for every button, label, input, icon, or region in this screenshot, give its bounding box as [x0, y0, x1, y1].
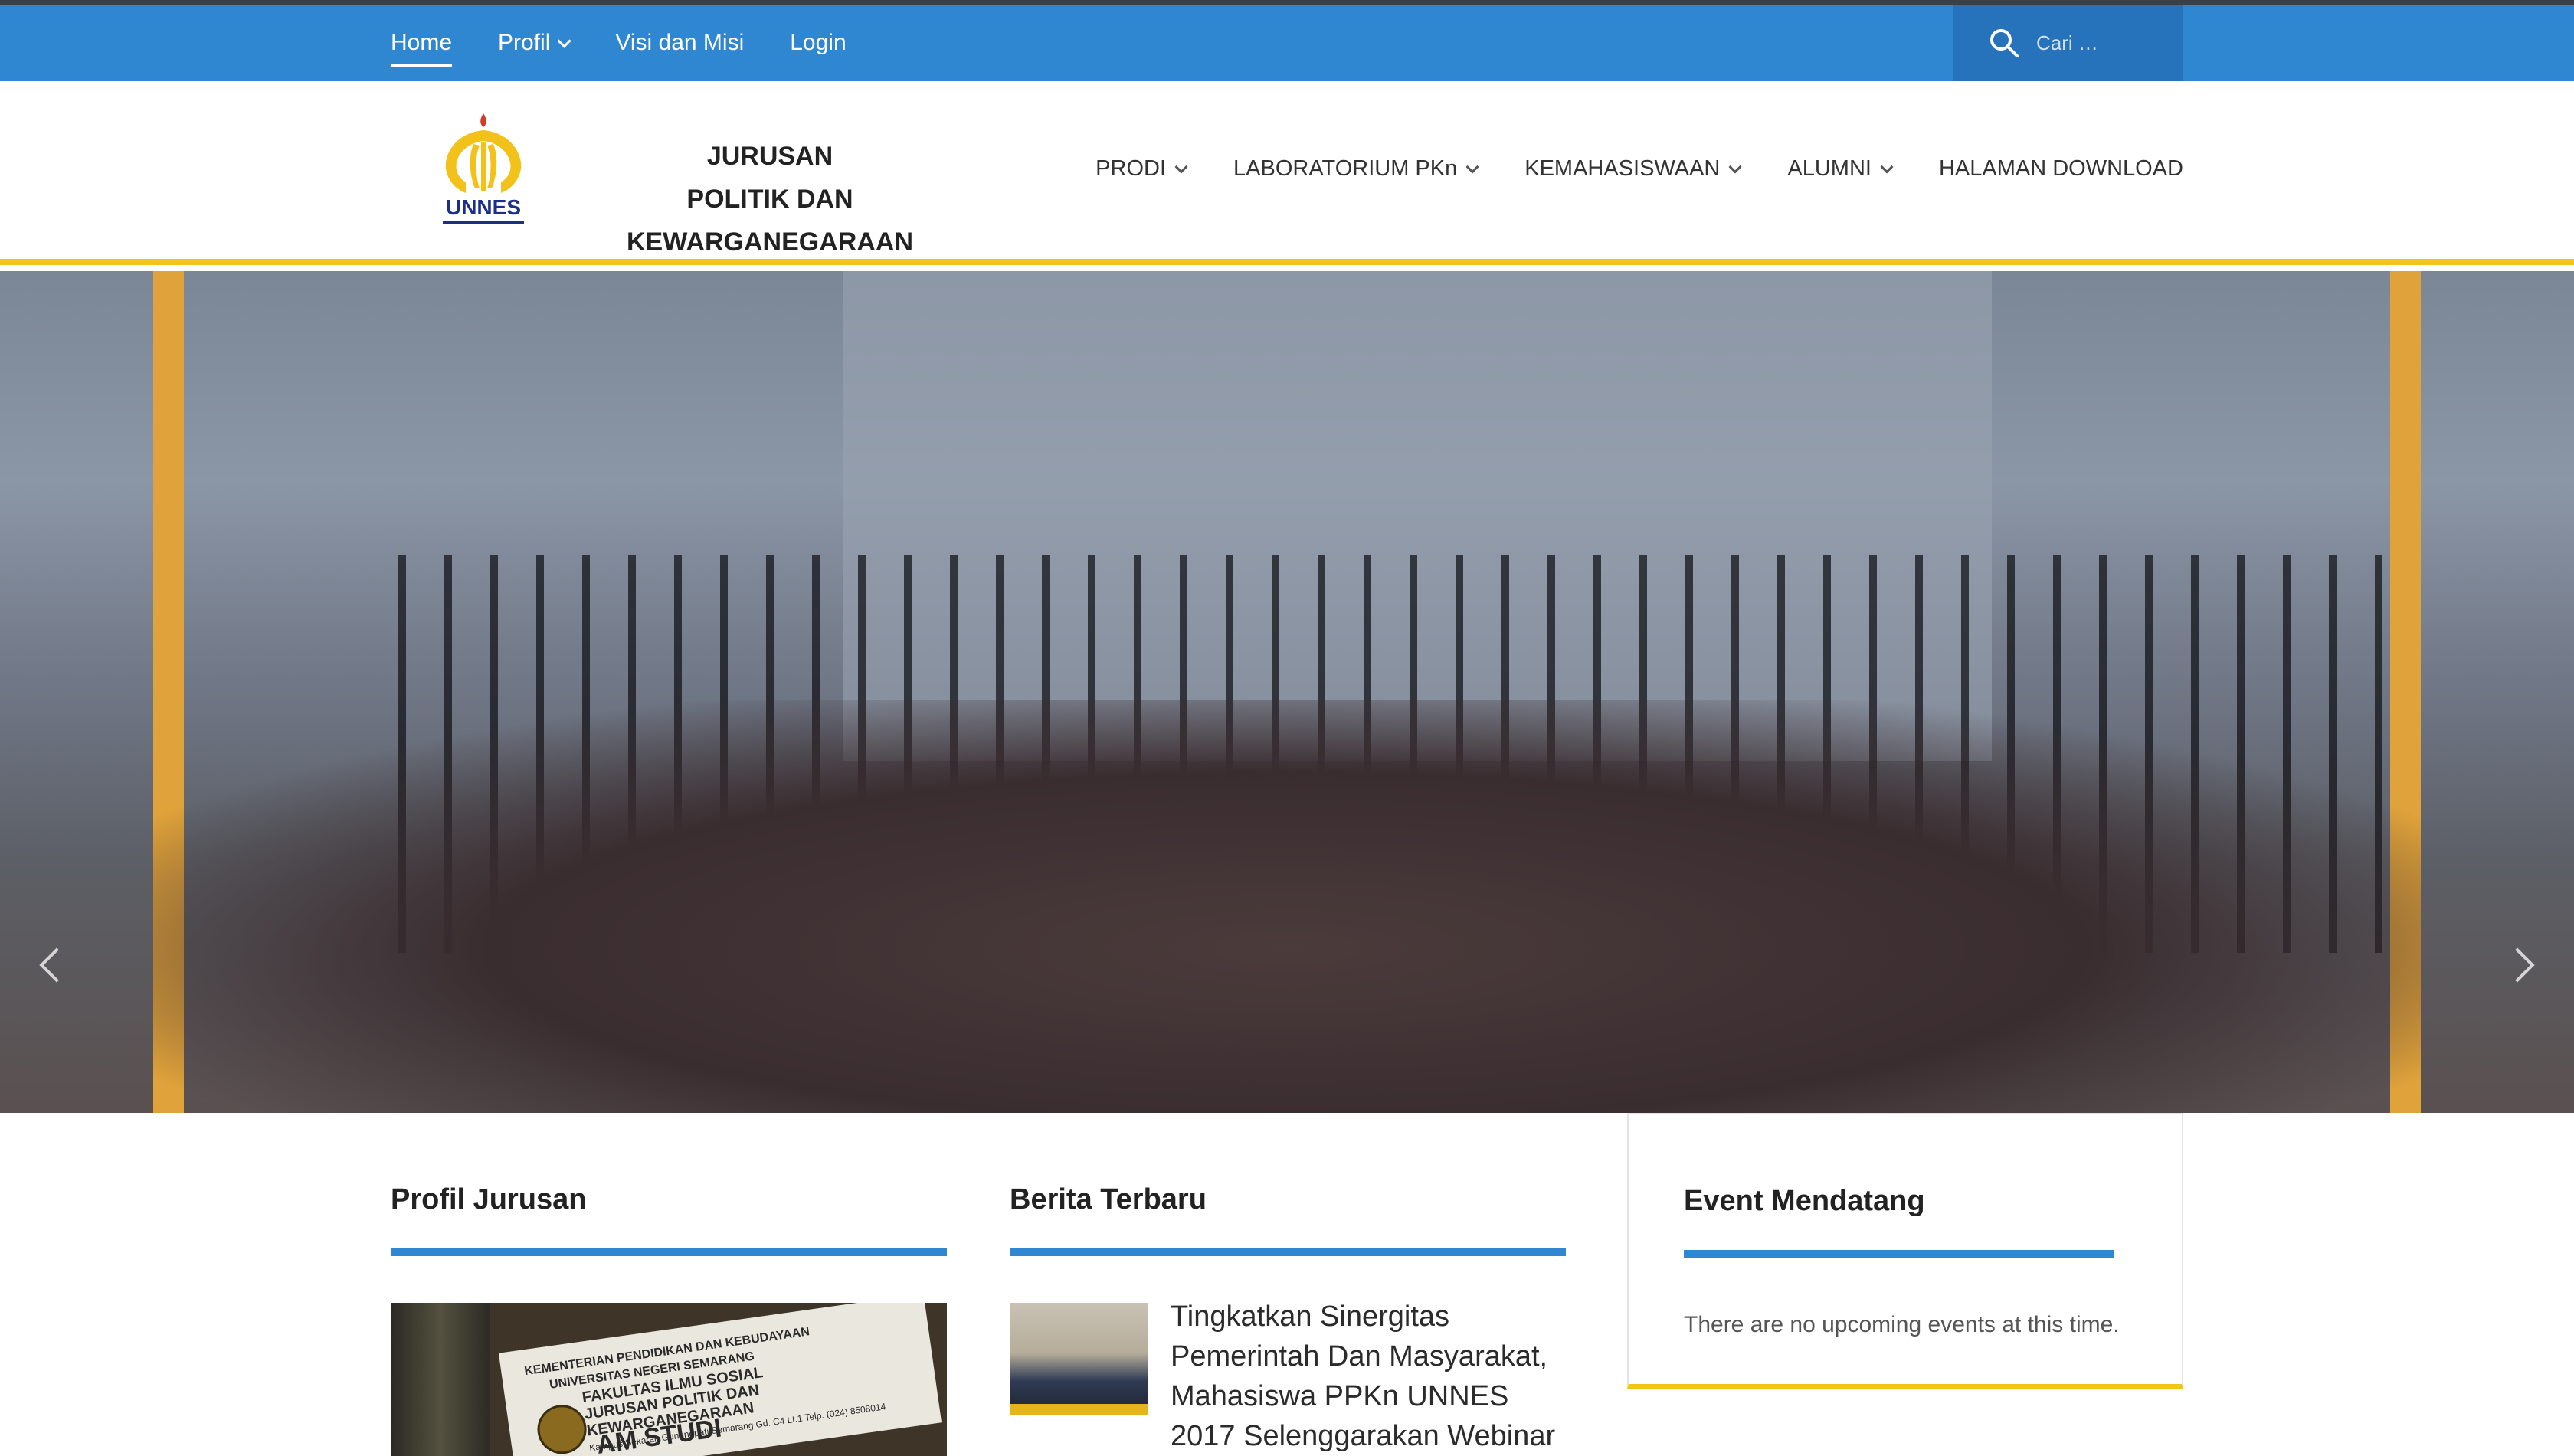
search-input[interactable]: [2035, 30, 2176, 56]
top-nav-profil[interactable]: Profil: [498, 30, 572, 56]
no-events-message: There are no upcoming events at this tim…: [1684, 1312, 2120, 1337]
section-rule: [1684, 1250, 2114, 1258]
top-nav-visi-misi[interactable]: Visi dan Misi: [615, 30, 744, 56]
chevron-down-icon: [1728, 160, 1742, 173]
main-nav-kemahasiswaan[interactable]: KEMAHASISWAAN: [1524, 156, 1742, 182]
main-nav-prodi[interactable]: PRODI: [1095, 156, 1188, 182]
image-tree: [391, 1303, 490, 1456]
top-nav-home[interactable]: Home: [391, 30, 453, 67]
chevron-down-icon: [1880, 160, 1894, 173]
main-nav: PRODI LABORATORIUM PKn KEMAHASISWAAN ALU…: [1095, 156, 2183, 182]
top-nav-login[interactable]: Login: [790, 30, 846, 56]
site-header: UNNES JURUSAN POLITIK DAN KEWARGANEGARAA…: [0, 81, 2574, 265]
news-thumbnail[interactable]: [1010, 1303, 1148, 1415]
section-rule: [1010, 1248, 1566, 1256]
slide-photo-group: [153, 700, 2421, 1113]
logo-text: UNNES: [446, 195, 521, 219]
profil-jurusan-image[interactable]: KEMENTERIAN PENDIDIKAN DAN KEBUDAYAAN UN…: [391, 1303, 947, 1456]
site-brand[interactable]: JURUSAN POLITIK DAN KEWARGANEGARAAN: [563, 135, 977, 263]
chevron-down-icon: [557, 33, 572, 48]
main-nav-alumni[interactable]: ALUMNI: [1787, 156, 1894, 182]
main-nav-download[interactable]: HALAMAN DOWNLOAD: [1939, 156, 2183, 182]
brand-line-2: POLITIK DAN KEWARGANEGARAAN: [627, 185, 913, 257]
event-mendatang-section: Event Mendatang There are no upcoming ev…: [1627, 1113, 2183, 1389]
brand-line-1: JURUSAN: [706, 142, 833, 171]
chevron-down-icon: [1174, 160, 1188, 173]
news-item-title[interactable]: Tingkatkan Sinergitas Pemerintah Dan Mas…: [1171, 1297, 1569, 1456]
search-box: [1953, 5, 2183, 81]
section-title: Event Mendatang: [1684, 1185, 1925, 1217]
section-rule: [391, 1248, 947, 1256]
section-title: Berita Terbaru: [1010, 1183, 1207, 1216]
hero-slider[interactable]: [0, 271, 2574, 1113]
top-nav: Home Profil Visi dan Misi Login: [391, 5, 847, 81]
department-sign: KEMENTERIAN PENDIDIKAN DAN KEBUDAYAAN UN…: [498, 1303, 942, 1456]
search-icon[interactable]: [1987, 26, 2021, 60]
main-nav-laboratorium[interactable]: LABORATORIUM PKn: [1233, 156, 1479, 182]
slider-next-arrow-icon[interactable]: [2500, 947, 2535, 983]
top-bar: Home Profil Visi dan Misi Login: [0, 5, 2574, 81]
chevron-down-icon: [1465, 160, 1479, 173]
slider-prev-arrow-icon[interactable]: [39, 947, 74, 983]
section-title: Profil Jurusan: [391, 1183, 587, 1216]
unnes-logo[interactable]: UNNES: [435, 109, 532, 231]
